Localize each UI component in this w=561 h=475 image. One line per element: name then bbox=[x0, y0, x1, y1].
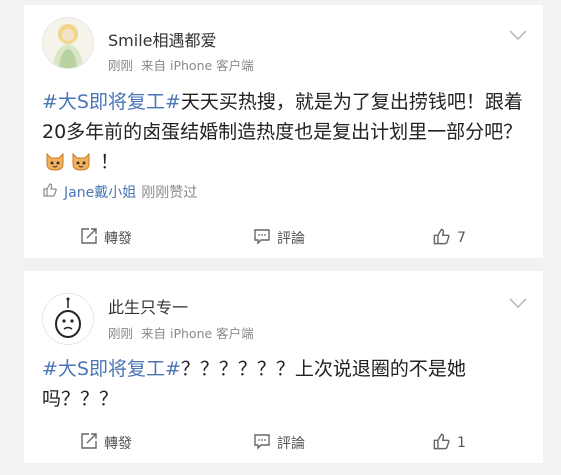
post-meta: 刚刚 来自 iPhone 客户端 bbox=[108, 323, 254, 342]
cat-face-emoji bbox=[70, 150, 92, 172]
comment-icon bbox=[253, 227, 271, 249]
avatar[interactable] bbox=[42, 17, 94, 69]
comment-label: 評論 bbox=[277, 436, 305, 452]
chevron-down-icon[interactable] bbox=[507, 295, 529, 311]
like-button[interactable]: 7 bbox=[432, 227, 466, 250]
username[interactable]: Smile相遇都爱 bbox=[108, 27, 216, 51]
repost-label: 轉發 bbox=[104, 231, 132, 247]
like-count: 1 bbox=[457, 435, 466, 451]
liker-name[interactable]: Jane戴小姐 bbox=[64, 182, 136, 202]
like-count: 7 bbox=[457, 230, 466, 246]
weibo-post-1: Smile相遇都爱 刚刚 来自 iPhone 客户端 #大S即将复工#天天买热搜，… bbox=[24, 5, 543, 258]
repost-button[interactable]: 轉發 bbox=[80, 432, 132, 454]
comment-icon bbox=[253, 432, 271, 454]
post-text: #大S即将复工#天天买热搜，就是为了复出捞钱吧！跟着20多年前的卤蛋结婚制造热度… bbox=[42, 87, 523, 177]
avatar[interactable] bbox=[42, 293, 94, 345]
post-actions: 轉發 評論 7 bbox=[24, 218, 543, 258]
liked-suffix: 刚刚赞过 bbox=[141, 185, 198, 201]
weibo-post-2: 此生只专一 刚刚 来自 iPhone 客户端 #大S即将复工#？？？？？？上次说退… bbox=[24, 271, 543, 463]
comment-button[interactable]: 評論 bbox=[253, 432, 305, 454]
post-actions: 轉發 評論 1 bbox=[24, 423, 543, 463]
post-meta: 刚刚 来自 iPhone 客户端 bbox=[108, 55, 254, 74]
post-time: 刚刚 bbox=[108, 326, 134, 341]
repost-icon bbox=[80, 227, 98, 249]
repost-icon bbox=[80, 432, 98, 454]
post-text-end: ！ bbox=[100, 151, 120, 173]
cat-face-emoji bbox=[44, 150, 66, 172]
like-button[interactable]: 1 bbox=[432, 432, 466, 455]
thumbs-up-icon bbox=[432, 432, 451, 455]
repost-label: 轉發 bbox=[104, 436, 132, 452]
post-time: 刚刚 bbox=[108, 58, 134, 73]
post-source: 来自 iPhone 客户端 bbox=[141, 58, 254, 73]
comment-button[interactable]: 評論 bbox=[253, 227, 305, 249]
username[interactable]: 此生只专一 bbox=[108, 294, 188, 318]
thumbs-up-icon bbox=[42, 182, 58, 202]
liked-by-row: Jane戴小姐 刚刚赞过 bbox=[42, 182, 197, 202]
repost-button[interactable]: 轉發 bbox=[80, 227, 132, 249]
thumbs-up-icon bbox=[432, 227, 451, 250]
post-text: #大S即将复工#？？？？？？上次说退圈的不是她吗？？？ bbox=[42, 354, 523, 414]
chevron-down-icon[interactable] bbox=[507, 27, 529, 43]
hashtag-link[interactable]: #大S即将复工# bbox=[42, 91, 181, 113]
comment-label: 評論 bbox=[277, 231, 305, 247]
post-source: 来自 iPhone 客户端 bbox=[141, 326, 254, 341]
hashtag-link[interactable]: #大S即将复工# bbox=[42, 358, 181, 380]
